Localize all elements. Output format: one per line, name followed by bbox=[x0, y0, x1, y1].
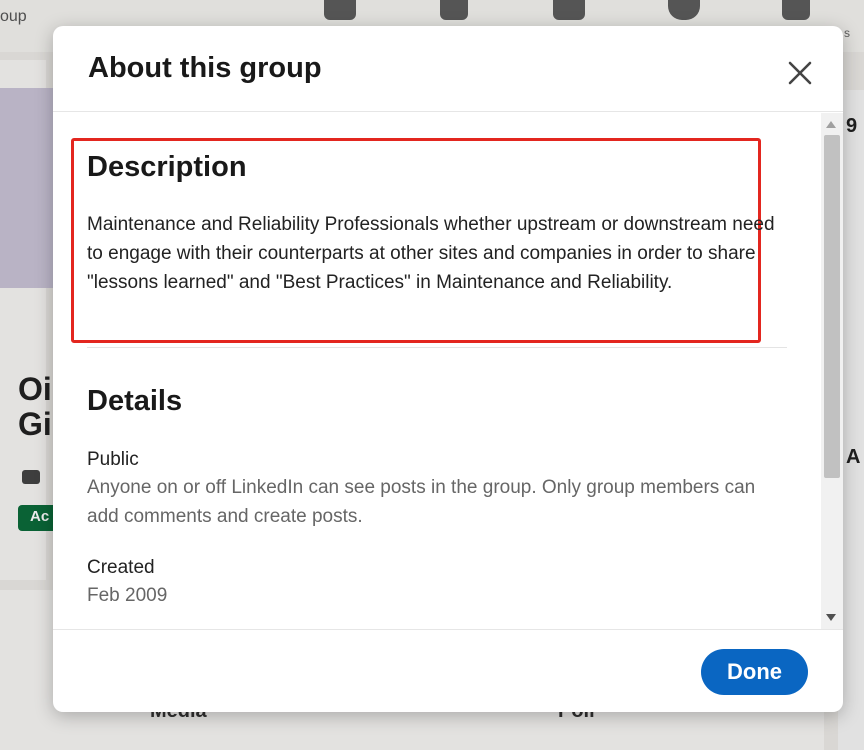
created-label: Created bbox=[87, 557, 155, 578]
scroll-thumb[interactable] bbox=[824, 135, 840, 478]
created-value: Feb 2009 bbox=[87, 585, 168, 606]
close-icon bbox=[788, 61, 812, 85]
modal-header: About this group bbox=[53, 26, 843, 112]
details-heading: Details bbox=[87, 385, 183, 417]
scroll-down-arrow-icon[interactable] bbox=[826, 614, 836, 621]
done-button[interactable]: Done bbox=[701, 649, 808, 695]
section-divider bbox=[87, 347, 787, 348]
privacy-label: Public bbox=[87, 449, 139, 470]
scrollbar[interactable] bbox=[821, 113, 843, 629]
description-heading: Description bbox=[87, 151, 247, 183]
modal-footer: Done bbox=[53, 629, 843, 712]
modal-body[interactable]: Description Maintenance and Reliability … bbox=[53, 113, 843, 629]
scroll-up-arrow-icon[interactable] bbox=[826, 121, 836, 128]
privacy-description: Anyone on or off LinkedIn can see posts … bbox=[87, 477, 756, 527]
modal-title: About this group bbox=[88, 52, 322, 84]
close-button[interactable] bbox=[783, 56, 817, 90]
description-text: Maintenance and Reliability Professional… bbox=[87, 214, 775, 293]
about-group-modal: About this group Description Maintenance… bbox=[53, 26, 843, 712]
